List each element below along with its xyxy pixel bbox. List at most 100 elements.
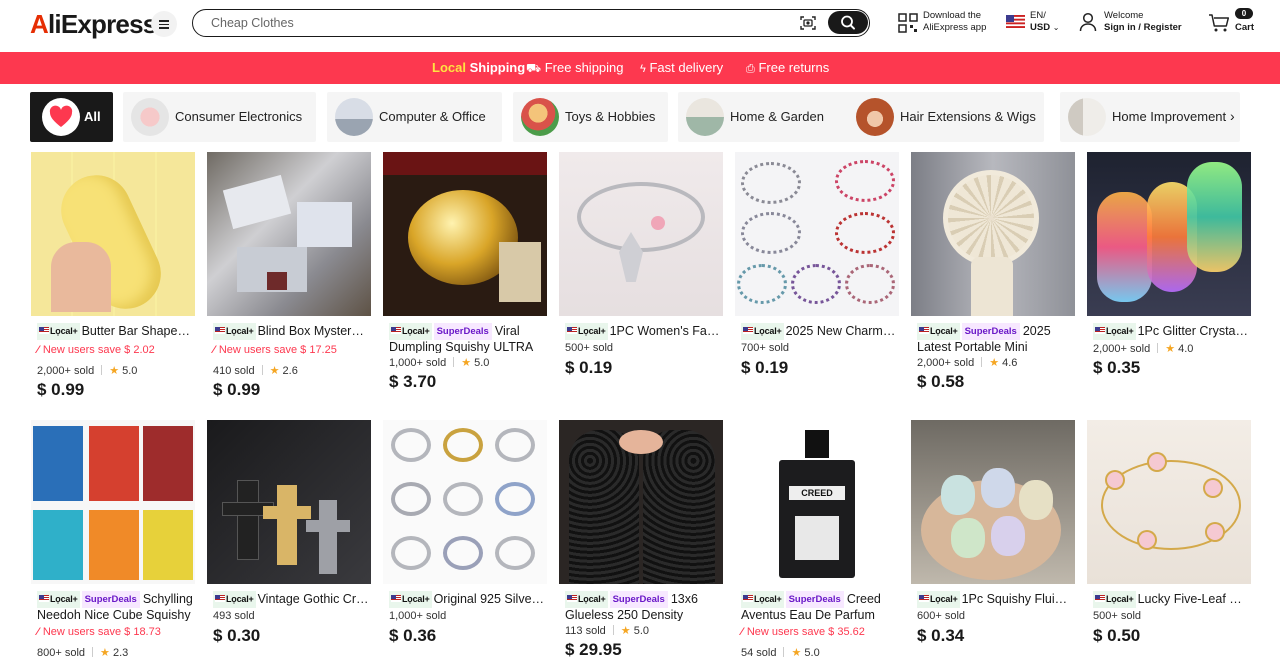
- toys-thumbnail: [521, 98, 559, 136]
- search-bar: [192, 9, 870, 37]
- star-icon: ★: [1165, 343, 1176, 355]
- truck-icon: ⛟: [526, 61, 542, 75]
- product-image[interactable]: [207, 152, 371, 316]
- product-image[interactable]: [559, 420, 723, 584]
- product-title[interactable]: Lọcal+ SuperDeals Schylling Needoh Nice Cu…: [37, 591, 193, 621]
- product-title[interactable]: Lọcal+ SuperDeals 2025 Latest Portable Min…: [917, 323, 1073, 353]
- category-home-garden[interactable]: Home & Garden: [678, 92, 868, 142]
- local-shipping-label[interactable]: Local Shipping: [432, 60, 525, 75]
- product-title[interactable]: Lọcal+ SuperDeals Creed Aventus Eau De Par…: [741, 591, 897, 621]
- language-currency-selector[interactable]: EN/ USD ⌄: [1030, 10, 1059, 34]
- product-image[interactable]: [207, 420, 371, 584]
- shipping-banner: Local Shipping ⛟ Free shipping ϟ Fast de…: [0, 52, 1280, 84]
- product-image[interactable]: [383, 152, 547, 316]
- language-label: EN/: [1030, 10, 1046, 21]
- category-home-improvement[interactable]: Home Improvement: [1060, 92, 1240, 142]
- local-plus-badge: Lọcal+: [1093, 323, 1136, 340]
- product-price: $ 0.58: [917, 372, 965, 391]
- product-title[interactable]: Lọcal+ SuperDeals Viral Dumpling Squishy U…: [389, 323, 545, 353]
- star-icon: ★: [269, 365, 280, 377]
- product-price: $ 0.34: [917, 626, 965, 645]
- product-price: $ 0.50: [1093, 626, 1141, 645]
- product-image[interactable]: [31, 420, 195, 584]
- sold-rating: 54 sold ★ 5.0: [741, 647, 820, 659]
- account-menu[interactable]: Welcome Sign in / Register: [1104, 10, 1182, 34]
- product-image[interactable]: [1087, 420, 1251, 584]
- chevron-down-icon: ⌄: [1052, 23, 1060, 32]
- local-plus-badge: Lọcal+: [565, 591, 608, 608]
- product-title[interactable]: Lọcal+Lucky Five-Leaf Clover Bracelet: [1093, 591, 1249, 608]
- product-title[interactable]: Lọcal+Butter Bar Shaped Squishy Toy: [37, 323, 193, 340]
- star-icon: ★: [100, 647, 110, 659]
- sold-rating: 2,000+ sold ★ 4.0: [1093, 343, 1194, 355]
- hamburger-menu-icon[interactable]: [151, 11, 177, 37]
- smartwatch-thumbnail: [131, 98, 169, 136]
- category-all[interactable]: All: [30, 92, 113, 142]
- superdeals-badge: SuperDeals: [433, 323, 492, 340]
- product-price: $ 0.36: [389, 626, 437, 645]
- sold-count: 600+ sold: [917, 610, 966, 622]
- search-icon: [841, 15, 855, 30]
- cart-label[interactable]: Cart: [1235, 22, 1254, 34]
- sold-count: 700+ sold: [741, 342, 790, 354]
- star-icon: ★: [461, 357, 472, 369]
- local-plus-badge: Lọcal+: [37, 591, 80, 608]
- product-price: $ 0.19: [741, 358, 789, 377]
- product-price: $ 0.99: [37, 380, 85, 399]
- signin-register-link[interactable]: Sign in / Register: [1104, 22, 1182, 33]
- image-search-icon[interactable]: [800, 16, 816, 30]
- product-title[interactable]: Lọcal+Vintage Gothic Cross Necklace: [213, 591, 369, 608]
- fast-delivery-item: ϟ Fast delivery: [640, 60, 724, 75]
- product-title[interactable]: Lọcal+2025 New Charm Bracelet: [741, 323, 897, 340]
- new-user-save: ⁄ New users save $ 17.25: [213, 344, 337, 356]
- product-image[interactable]: [1087, 152, 1251, 316]
- search-input[interactable]: [211, 14, 771, 32]
- search-button[interactable]: [828, 11, 868, 34]
- product-price: $ 29.95: [565, 640, 622, 659]
- superdeals-badge: SuperDeals: [81, 591, 140, 608]
- us-flag-icon: [1006, 15, 1025, 28]
- product-title[interactable]: Lọcal+ 1Pc Squishy Fluid Toy: [917, 591, 1073, 608]
- product-image[interactable]: [383, 420, 547, 584]
- product-image[interactable]: [31, 152, 195, 316]
- app-line-1: Download the: [923, 10, 982, 21]
- star-icon: ★: [620, 625, 631, 637]
- star-icon: ★: [791, 647, 802, 659]
- qr-code-icon[interactable]: [898, 13, 918, 33]
- category-label: Home & Garden: [730, 109, 824, 124]
- product-title[interactable]: Lọcal+Original 925 Silver Rings Set: [389, 591, 545, 608]
- star-icon: ★: [109, 365, 120, 377]
- new-user-save: ⁄ New users save $ 18.73: [37, 626, 161, 638]
- product-image[interactable]: CREED: [735, 420, 899, 584]
- user-icon[interactable]: [1079, 12, 1097, 32]
- product-title[interactable]: Lọcal+1PC Women's Fashion Bracelet: [565, 323, 721, 340]
- aliexpress-logo[interactable]: AliExpress: [30, 9, 157, 40]
- category-computer-office[interactable]: Computer & Office: [327, 92, 502, 142]
- home-improvement-thumbnail: [1068, 98, 1106, 136]
- product-title[interactable]: Lọcal+ SuperDeals 13x6 Glueless 250 Densit…: [565, 591, 721, 621]
- chevron-right-icon[interactable]: ›: [1230, 108, 1235, 124]
- return-box-icon: ⎙: [746, 63, 755, 75]
- local-plus-badge: Lọcal+: [389, 591, 432, 608]
- laptop-person-thumbnail: [335, 98, 373, 136]
- local-plus-badge: Lọcal+: [213, 323, 256, 340]
- local-plus-badge: Lọcal+: [1093, 591, 1136, 608]
- superdeals-badge: SuperDeals: [961, 323, 1020, 340]
- living-room-thumbnail: [686, 98, 724, 136]
- download-app-link[interactable]: Download the AliExpress app: [923, 10, 986, 34]
- category-toys-hobbies[interactable]: Toys & Hobbies: [513, 92, 668, 142]
- category-bar: All Consumer Electronics Computer & Offi…: [30, 92, 1260, 142]
- cart-count-badge: 0: [1235, 8, 1253, 19]
- sold-count: 493 sold: [213, 610, 255, 622]
- site-header: AliExpress Download the AliExpress app: [0, 0, 1280, 52]
- product-image[interactable]: [735, 152, 899, 316]
- product-image[interactable]: [911, 420, 1075, 584]
- product-title[interactable]: Lọcal+Blind Box Mystery Box: [213, 323, 369, 340]
- sold-rating: 2,000+ sold ★ 5.0: [37, 365, 138, 377]
- cart-icon[interactable]: [1208, 13, 1230, 33]
- product-title[interactable]: Lọcal+1Pc Glitter Crystal Squishy: [1093, 323, 1249, 340]
- product-image[interactable]: [559, 152, 723, 316]
- product-image[interactable]: [911, 152, 1075, 316]
- category-hair-extensions-wigs[interactable]: Hair Extensions & Wigs: [848, 92, 1044, 142]
- category-consumer-electronics[interactable]: Consumer Electronics: [123, 92, 316, 142]
